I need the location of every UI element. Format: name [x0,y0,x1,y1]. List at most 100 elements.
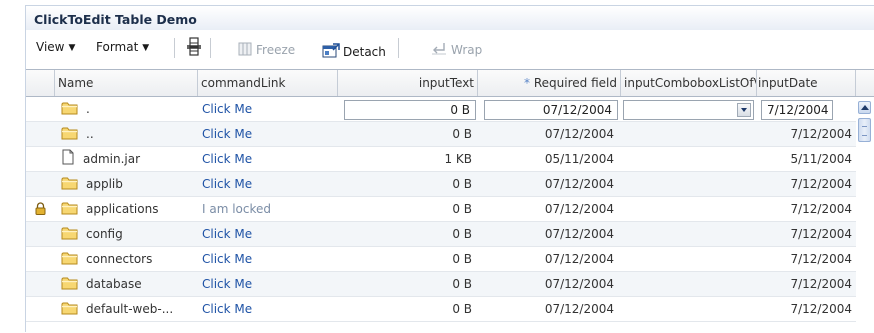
date-cell[interactable]: 7/12/2004 [757,197,856,221]
file-name: applib [86,177,123,191]
date-cell[interactable]: 7/12/2004 [757,247,856,271]
row-header-cell [26,297,55,321]
table-row[interactable]: . Click Me 0 B 07/12/2004 7/12/2004 [26,97,874,122]
scroll-up-arrow-icon[interactable] [858,101,871,114]
date-cell[interactable]: 7/12/2004 [757,272,856,296]
date-cell[interactable]: 7/12/2004 [757,297,856,321]
view-menu[interactable]: View ▼ [36,40,75,54]
table-row[interactable]: admin.jar Click Me 1 KB 05/11/2004 5/11/2004 [26,147,874,172]
table-row[interactable]: default-web-... Click Me 0 B 07/12/2004 7/12… [26,297,874,322]
required-field-cell[interactable]: 07/12/2004 [478,247,621,271]
folder-icon [61,177,78,193]
table-header: Name commandLink inputText * Required fi… [26,70,874,97]
required-asterisk: * [524,76,531,90]
click-me-link[interactable]: Click Me [198,247,338,271]
click-me-link[interactable]: Click Me [198,147,338,171]
row-header-cell [26,97,55,121]
wrap-label: Wrap [451,43,483,57]
dropdown-arrow-icon[interactable] [737,103,751,117]
required-field-cell[interactable]: 07/12/2004 [478,297,621,321]
click-me-link[interactable]: Click Me [198,297,338,321]
name-cell: admin.jar [55,147,198,171]
combobox-cell[interactable] [621,147,757,171]
file-icon [61,149,75,168]
date-cell[interactable]: 7/12/2004 [757,172,856,196]
folder-icon [61,277,78,293]
inputtext-cell[interactable]: 1 KB [338,147,478,171]
click-me-link[interactable]: Click Me [198,97,338,121]
row-header-cell [26,122,55,146]
combobox-cell[interactable] [621,297,757,321]
column-header-required-field[interactable]: * Required field [478,70,621,96]
combobox-cell[interactable] [621,197,757,221]
inputtext-cell[interactable]: 0 B [338,272,478,296]
freeze-button[interactable]: Freeze [238,40,295,57]
scrollbar-thumb[interactable] [858,118,871,142]
folder-icon [61,102,78,118]
folder-icon [61,127,78,143]
freeze-label: Freeze [256,43,296,57]
combobox-cell[interactable] [621,247,757,271]
table-panel: ClickToEdit Table Demo View ▼ Format ▼ F… [25,5,874,333]
table-row[interactable]: config Click Me 0 B 07/12/2004 7/12/2004 [26,222,874,247]
required-field-cell[interactable]: 05/11/2004 [478,147,621,171]
name-cell: . [55,97,198,121]
inputtext-cell[interactable]: 0 B [338,222,478,246]
table-row[interactable]: applications I am locked 0 B 07/12/2004 7/12… [26,197,874,222]
required-field-cell[interactable]: 07/12/2004 [478,122,621,146]
inputtext-cell[interactable]: 0 B [338,297,478,321]
row-header-cell [26,247,55,271]
column-header-combobox[interactable]: inputComboboxListOfValues [621,70,757,96]
date-input[interactable]: 7/12/2004 [761,100,833,120]
inputtext-field[interactable]: 0 B [344,100,476,120]
combobox-cell[interactable] [621,222,757,246]
locked-label: I am locked [202,202,272,216]
combobox-input[interactable] [623,100,754,120]
column-header-name[interactable]: Name [55,70,198,96]
table-row[interactable]: .. Click Me 0 B 07/12/2004 7/12/2004 [26,122,874,147]
name-cell: applib [55,172,198,196]
detach-button[interactable]: Detach [322,40,386,59]
date-cell[interactable]: 7/12/2004 [757,122,856,146]
toolbar-separator [174,38,175,58]
table-row[interactable]: connectors Click Me 0 B 07/12/2004 7/12/2004 [26,247,874,272]
date-cell[interactable]: 7/12/2004 [757,222,856,246]
file-name: . [86,102,90,116]
name-cell: applications [55,197,198,221]
toolbar-separator [398,38,399,58]
file-name: admin.jar [83,152,141,166]
freeze-columns-icon[interactable] [186,37,202,60]
toolbar: View ▼ Format ▼ Freeze Detach Wrap [26,32,874,64]
click-me-link[interactable]: Click Me [198,222,338,246]
table-row[interactable]: database Click Me 0 B 07/12/2004 7/12/2004 [26,272,874,297]
required-field-cell[interactable]: 07/12/2004 [478,272,621,296]
required-field-cell[interactable]: 07/12/2004 [478,222,621,246]
date-cell[interactable]: 5/11/2004 [757,147,856,171]
column-header-inputdate[interactable]: inputDate [757,70,856,96]
inputtext-cell[interactable]: 0 B [338,197,478,221]
row-header-cell [26,147,55,171]
lock-icon [35,202,46,218]
table-row[interactable]: applib Click Me 0 B 07/12/2004 7/12/2004 [26,172,874,197]
wrap-button[interactable]: Wrap [431,40,482,57]
required-field-cell[interactable]: 07/12/2004 [478,172,621,196]
vertical-scrollbar[interactable] [856,97,874,333]
combobox-cell[interactable] [621,122,757,146]
file-name: default-web-... [86,302,174,316]
required-field-input[interactable]: 07/12/2004 [484,100,618,120]
inputtext-cell[interactable]: 0 B [338,122,478,146]
combobox-cell[interactable] [621,172,757,196]
view-menu-label: View [36,40,65,54]
name-cell: .. [55,122,198,146]
click-me-link[interactable]: Click Me [198,272,338,296]
click-me-link[interactable]: Click Me [198,122,338,146]
click-me-link[interactable]: Click Me [198,172,338,196]
required-field-cell[interactable]: 07/12/2004 [478,197,621,221]
format-menu[interactable]: Format ▼ [96,40,149,54]
inputtext-cell[interactable]: 0 B [338,172,478,196]
column-header-inputtext[interactable]: inputText [338,70,478,96]
combobox-cell[interactable] [621,272,757,296]
wrap-icon [432,43,446,55]
inputtext-cell[interactable]: 0 B [338,247,478,271]
column-header-commandlink[interactable]: commandLink [198,70,338,96]
